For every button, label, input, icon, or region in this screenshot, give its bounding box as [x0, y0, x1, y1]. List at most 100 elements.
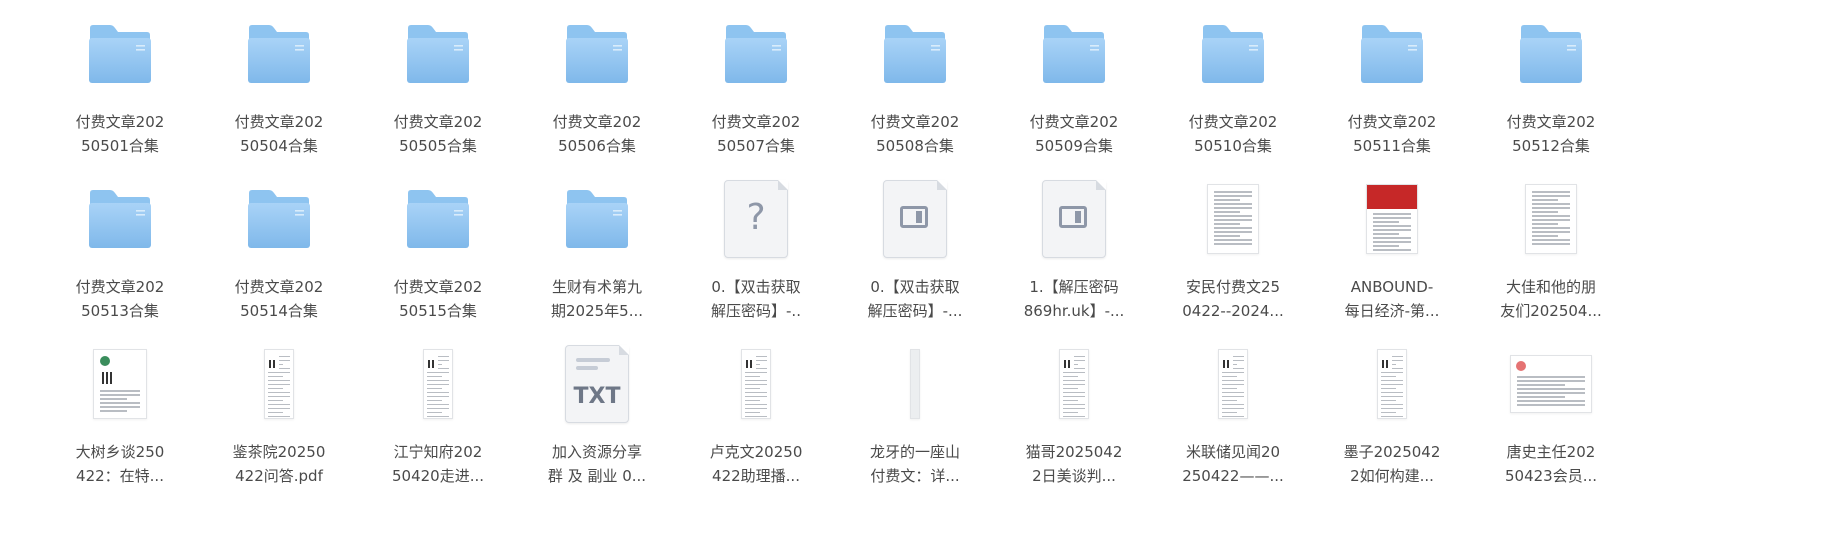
folder-item[interactable]: 付费文章202 50513合集 — [35, 165, 205, 340]
text-line — [1233, 356, 1244, 357]
file-item[interactable]: 墨子2025042 2如何构建... — [1307, 330, 1477, 505]
text-line — [438, 364, 442, 365]
item-name-line1: 大树乡谈250 — [75, 443, 165, 461]
text-line — [1373, 253, 1411, 254]
text-line — [756, 356, 767, 357]
folder-icon — [89, 190, 151, 248]
item-thumbnail — [353, 342, 523, 426]
item-thumbnail — [512, 12, 682, 96]
item-thumbnail — [1148, 342, 1318, 426]
text-line — [1063, 392, 1085, 393]
text-line — [427, 404, 449, 405]
file-item[interactable]: 龙牙的一座山 付费文：详... — [830, 330, 1000, 505]
text-line — [438, 360, 449, 361]
item-name-line1: ANBOUND- — [1350, 278, 1434, 296]
text-line — [1063, 400, 1078, 401]
text-line — [756, 360, 767, 361]
item-name: 米联储见闻20 250422——... — [1152, 440, 1314, 488]
text-line — [1222, 376, 1237, 377]
text-line — [100, 390, 140, 392]
text-line — [1532, 203, 1570, 205]
text-line — [745, 388, 760, 389]
text-line — [1233, 360, 1244, 361]
file-item[interactable]: 卢克文20250 422助理播... — [671, 330, 841, 505]
item-thumbnail — [989, 177, 1159, 261]
item-name: 付费文章202 50513合集 — [39, 275, 201, 323]
text-line — [1532, 235, 1558, 237]
folder-item[interactable]: 付费文章202 50501合集 — [35, 0, 205, 175]
text-line — [1517, 396, 1565, 398]
folder-icon — [566, 25, 628, 83]
text-line — [438, 356, 449, 357]
folder-item[interactable]: 付费文章202 50515合集 — [353, 165, 523, 340]
folder-item[interactable]: 付费文章202 50510合集 — [1148, 0, 1318, 175]
folder-item[interactable]: 付费文章202 50509合集 — [989, 0, 1159, 175]
text-line — [1373, 241, 1411, 243]
text-line — [1063, 412, 1078, 413]
text-line — [279, 368, 290, 369]
folder-icon — [1361, 25, 1423, 83]
text-line — [427, 392, 449, 393]
folder-item[interactable]: 付费文章202 50506合集 — [512, 0, 682, 175]
file-item[interactable]: TXT 加入资源分享群 及 副业 0... — [512, 330, 682, 505]
item-name-line1: 付费文章202 — [75, 278, 165, 296]
item-thumbnail — [1466, 342, 1636, 426]
avatar — [100, 356, 110, 366]
text-line — [1214, 195, 1252, 197]
folder-item[interactable]: 付费文章202 50507合集 — [671, 0, 841, 175]
folder-item[interactable]: 付费文章202 50511合集 — [1307, 0, 1477, 175]
file-item[interactable]: 大树乡谈250 422：在特... — [35, 330, 205, 505]
text-line — [1517, 384, 1565, 386]
item-name-line2: 每日经济-第... — [1344, 302, 1440, 320]
item-thumbnail — [830, 12, 1000, 96]
file-item[interactable]: ? 0.【双击获取 解压密码】-.. — [671, 165, 841, 340]
file-item[interactable]: 唐史主任202 50423会员... — [1466, 330, 1636, 505]
text-line — [1517, 392, 1585, 394]
text-line — [1392, 356, 1403, 357]
text-line — [1214, 235, 1240, 237]
document-thumbnail — [1059, 349, 1089, 419]
text-line — [745, 408, 767, 409]
text-line — [1233, 364, 1237, 365]
folder-item[interactable]: 付费文章202 50508合集 — [830, 0, 1000, 175]
item-name-line2: 期2025年5... — [550, 302, 644, 320]
folder-item[interactable]: 生财有术第九 期2025年5... — [512, 165, 682, 340]
app-file-icon — [1042, 180, 1106, 258]
item-name-line1: 唐史主任202 — [1506, 443, 1596, 461]
folder-item[interactable]: 付费文章202 50514合集 — [194, 165, 364, 340]
text-line — [1373, 245, 1399, 247]
text-line — [1063, 408, 1085, 409]
item-name-line2: 0422--2024... — [1182, 302, 1284, 320]
file-item[interactable]: 1.【解压密码 869hr.uk】-... — [989, 165, 1159, 340]
text-line — [1532, 219, 1570, 221]
item-thumbnail: ? — [671, 177, 841, 261]
item-name-line1: 付费文章202 — [711, 113, 801, 131]
item-name: 大佳和他的朋 友们202504... — [1470, 275, 1632, 323]
file-item[interactable]: 江宁知府202 50420走进... — [353, 330, 523, 505]
item-thumbnail — [989, 12, 1159, 96]
folder-icon — [89, 25, 151, 83]
folder-item[interactable]: 付费文章202 50512合集 — [1466, 0, 1636, 175]
item-name-line2: 50505合集 — [399, 137, 477, 155]
text-line — [1222, 412, 1237, 413]
file-item[interactable]: 安民付费文25 0422--2024... — [1148, 165, 1318, 340]
item-name-line1: 0.【双击获取 — [870, 278, 960, 296]
file-item[interactable]: 鉴茶院20250 422问答.pdf — [194, 330, 364, 505]
folder-item[interactable]: 付费文章202 50505合集 — [353, 0, 523, 175]
text-line — [427, 388, 442, 389]
item-thumbnail — [671, 342, 841, 426]
folder-item[interactable]: 付费文章202 50504合集 — [194, 0, 364, 175]
item-name-line2: 50420走进... — [391, 467, 485, 485]
item-thumbnail — [1466, 177, 1636, 261]
file-item[interactable]: ANBOUND- 每日经济-第... — [1307, 165, 1477, 340]
file-item[interactable]: 猫哥2025042 2日美谈判... — [989, 330, 1159, 505]
text-line — [1381, 372, 1403, 373]
text-line — [1233, 368, 1244, 369]
text-line — [1532, 239, 1570, 241]
file-item[interactable]: 米联储见闻20 250422——... — [1148, 330, 1318, 505]
file-item[interactable]: 大佳和他的朋 友们202504... — [1466, 165, 1636, 340]
text-line — [756, 368, 767, 369]
file-item[interactable]: 0.【双击获取 解压密码】-... — [830, 165, 1000, 340]
text-line — [1222, 416, 1244, 417]
folder-icon — [248, 190, 310, 248]
